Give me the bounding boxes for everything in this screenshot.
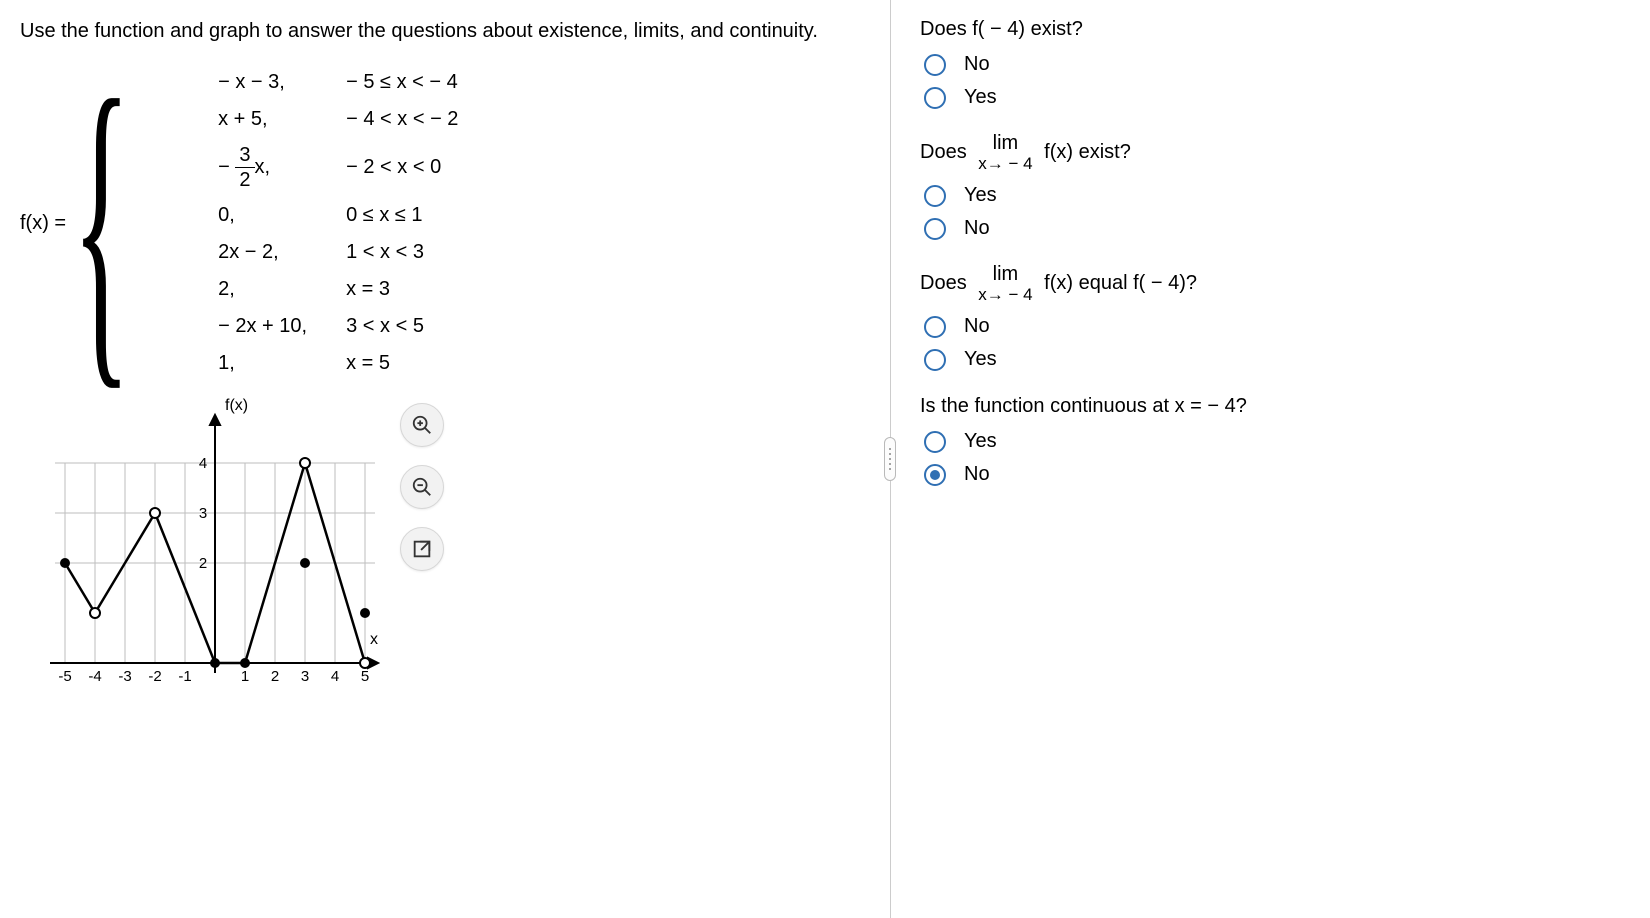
pw-expr: − 32x, [218,145,338,190]
radio-icon [924,87,946,109]
svg-text:-2: -2 [148,668,161,685]
svg-text:3: 3 [301,668,309,685]
option-label: Yes [964,430,997,453]
axis-label-fx: f(x) [225,397,248,415]
pw-expr: − x − 3, [218,71,338,94]
option-label: Yes [964,86,997,109]
intro-text: Use the function and graph to answer the… [20,18,860,45]
question-text: Is the function continuous at x = − 4? [920,395,1630,418]
svg-text:3: 3 [199,505,207,522]
piecewise-grid: − x − 3, − 5 ≤ x < − 4 x + 5, − 4 < x < … [218,71,526,375]
pw-expr: 0, [218,204,338,227]
pw-cond: x = 5 [346,352,526,375]
question-text: Does lim x→ − 4 f(x) exist? [920,133,1630,172]
frac-prefix: − [218,156,235,178]
q-suffix: f(x) exist? [1044,141,1131,163]
option-label: No [964,463,990,486]
popout-button[interactable] [400,527,444,571]
frac-den: 2 [239,168,250,190]
zoom-in-icon [411,414,433,436]
drag-handle[interactable] [884,437,896,481]
svg-text:4: 4 [331,668,339,685]
option-label: No [964,217,990,240]
zoom-out-button[interactable] [400,465,444,509]
q-suffix: f(x) equal f( − 4)? [1044,272,1197,294]
option-q4-no[interactable]: No [924,461,1630,488]
radio-icon [924,218,946,240]
option-label: No [964,53,990,76]
question-text: Does f( − 4) exist? [920,18,1630,41]
graph-area: f(x) x [20,403,380,703]
pw-expr: 1, [218,352,338,375]
q-prefix: Does [920,141,972,163]
question-4: Is the function continuous at x = − 4? Y… [920,395,1630,488]
radio-icon [924,349,946,371]
radio-icon [924,54,946,76]
question-3: Does lim x→ − 4 f(x) equal f( − 4)? No Ye… [920,264,1630,373]
pw-cond: x = 3 [346,278,526,301]
limit-notation: lim x→ − 4 [978,264,1032,303]
svg-text:-4: -4 [88,668,101,685]
answer-panel: Does f( − 4) exist? No Yes Does lim x→ − … [900,0,1650,918]
pw-cond: − 4 < x < − 2 [346,108,526,131]
lim-bot: x→ − 4 [978,155,1032,172]
svg-text:4: 4 [199,455,207,472]
lim-top: lim [993,264,1019,284]
svg-text:5: 5 [361,668,369,685]
option-q1-yes[interactable]: Yes [924,84,1630,111]
option-q3-yes[interactable]: Yes [924,346,1630,373]
zoom-in-button[interactable] [400,403,444,447]
radio-icon [924,431,946,453]
lim-bot: x→ − 4 [978,286,1032,303]
radio-icon [924,185,946,207]
pw-cond: − 2 < x < 0 [346,156,526,179]
zoom-out-icon [411,476,433,498]
lim-top: lim [993,133,1019,153]
option-q1-no[interactable]: No [924,51,1630,78]
axis-label-x: x [370,631,378,649]
pw-expr: x + 5, [218,108,338,131]
pw-expr: − 2x + 10, [218,315,338,338]
frac-suffix: x, [255,156,271,178]
option-label: Yes [964,184,997,207]
piecewise-definition: f(x) = { − x − 3, − 5 ≤ x < − 4 x + 5, −… [20,55,860,391]
option-q2-yes[interactable]: Yes [924,182,1630,209]
option-q4-yes[interactable]: Yes [924,428,1630,455]
fraction: 32 [235,145,254,190]
popout-icon [411,538,433,560]
question-1: Does f( − 4) exist? No Yes [920,18,1630,111]
option-label: Yes [964,348,997,371]
pw-cond: 0 ≤ x ≤ 1 [346,204,526,227]
svg-text:2: 2 [199,555,207,572]
svg-text:-5: -5 [58,668,71,685]
question-2: Does lim x→ − 4 f(x) exist? Yes No [920,133,1630,242]
option-q3-no[interactable]: No [924,313,1630,340]
panel-divider [880,0,900,918]
pw-cond: 1 < x < 3 [346,241,526,264]
pw-expr: 2, [218,278,338,301]
radio-icon [924,316,946,338]
pw-expr: 2x − 2, [218,241,338,264]
limit-notation: lim x→ − 4 [978,133,1032,172]
radio-icon [924,464,946,486]
brace-icon: { [72,55,131,391]
option-label: No [964,315,990,338]
svg-text:1: 1 [241,668,249,685]
graph-toolbar [400,403,444,571]
pw-cond: − 5 ≤ x < − 4 [346,71,526,94]
svg-text:-1: -1 [178,668,191,685]
question-text: Does lim x→ − 4 f(x) equal f( − 4)? [920,264,1630,303]
frac-num: 3 [235,145,254,168]
q-prefix: Does [920,272,972,294]
option-q2-no[interactable]: No [924,215,1630,242]
function-graph: -5 -4 -3 -2 -1 1 2 3 4 5 2 3 4 [20,403,380,703]
pw-cond: 3 < x < 5 [346,315,526,338]
fx-label: f(x) = [20,212,66,235]
svg-text:-3: -3 [118,668,131,685]
svg-text:2: 2 [271,668,279,685]
problem-panel: Use the function and graph to answer the… [0,0,880,918]
